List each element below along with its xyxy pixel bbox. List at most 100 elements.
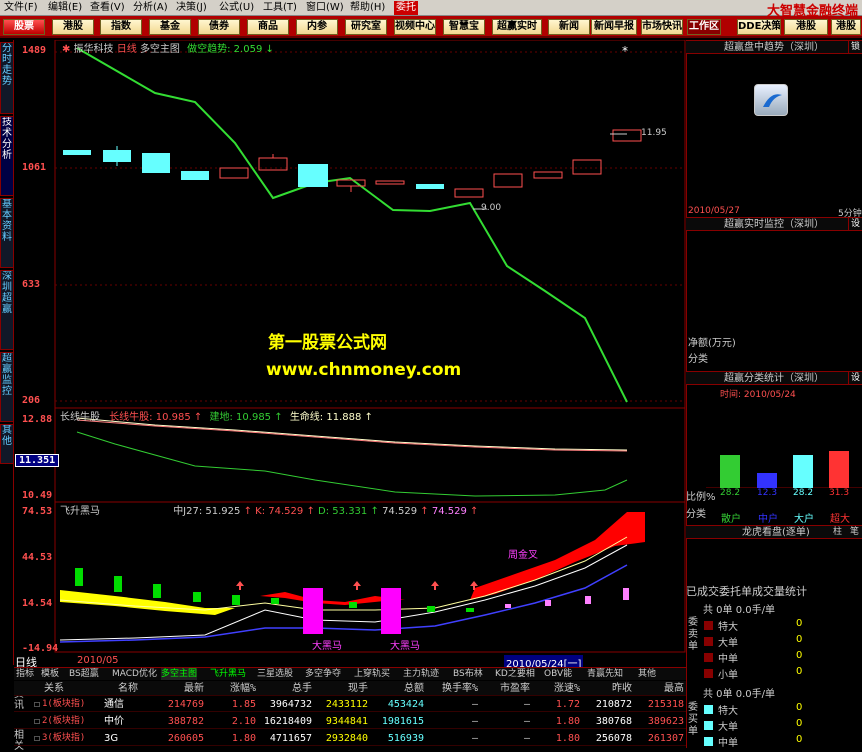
menu-decision[interactable]: 决策(J) <box>176 1 207 15</box>
tab-shenzhen[interactable]: 深圳超赢 <box>0 270 14 350</box>
sell-row-label: 特大 <box>718 622 738 633</box>
tb-zhihuibao-button[interactable]: 智慧宝 <box>443 19 485 35</box>
dragon-count-button[interactable]: 笔 <box>850 526 859 539</box>
class-super: 超大 <box>830 514 850 525</box>
tb-flash-button[interactable]: 市场快讯 <box>641 19 683 35</box>
btab-duokong[interactable]: 多空主图 <box>161 668 198 680</box>
sell-row-value: 0 <box>796 650 803 661</box>
btab-indicator[interactable]: 指标 <box>16 668 34 680</box>
buy-row: 特大 <box>704 702 738 717</box>
menu-view[interactable]: 查看(V) <box>90 1 125 15</box>
p2-axis-current: 11.351 <box>15 454 60 467</box>
up-arrow-icon: ↑ <box>470 506 479 517</box>
tab-technical[interactable]: 技术分析 <box>0 116 14 196</box>
col-prev-close[interactable]: 昨收 <box>582 681 634 696</box>
tb-fund-button[interactable]: 基金 <box>149 19 191 35</box>
tb-hk3-button[interactable]: 港股 <box>831 19 861 35</box>
dragon-panel-title: 龙虎看盘(逐单) 柱 笔 <box>686 525 862 539</box>
date-bar-left: 2010/05 <box>77 655 119 666</box>
tb-commodity-button[interactable]: 商品 <box>247 19 289 35</box>
up-arrow-icon: ↑ <box>243 506 252 517</box>
candles <box>63 129 642 198</box>
btab-other[interactable]: 其他 <box>638 668 656 680</box>
monitor-settings-button[interactable]: 设 <box>848 218 862 231</box>
tb-hk2-button[interactable]: 港股 <box>784 19 828 35</box>
btab-zhengduo[interactable]: 多空争夺 <box>305 668 341 680</box>
buy-bullet-icon <box>704 721 713 730</box>
tb-morning-news-button[interactable]: 新闻早报 <box>591 19 637 35</box>
ratio-retail: 28.2 <box>720 488 741 498</box>
col-change[interactable]: 涨幅% <box>206 681 258 696</box>
menu-file[interactable]: 文件(F) <box>4 1 38 15</box>
bar-mid <box>757 473 777 488</box>
tb-bond-button[interactable]: 债券 <box>198 19 240 35</box>
col-relation[interactable]: 关系 <box>44 681 94 696</box>
tb-news-button[interactable]: 新闻 <box>548 19 590 35</box>
col-volume[interactable]: 总手 <box>258 681 314 696</box>
btab-kd[interactable]: KD之要相 <box>495 668 535 680</box>
tab-monitor[interactable]: 超赢监控 <box>0 352 14 422</box>
p3-axis-14: 14.54 <box>22 598 53 609</box>
tb-hk-button[interactable]: 港股 <box>52 19 94 35</box>
col-turnover[interactable]: 换手率% <box>426 681 480 696</box>
tab-fundamentals[interactable]: 基本资料 <box>0 198 14 268</box>
col-current[interactable]: 现手 <box>314 681 370 696</box>
stat-settings-button[interactable]: 设 <box>848 372 862 385</box>
table-row[interactable]: ☐ 2(板块指) 中价 388782 2.10 16218409 9344841… <box>14 714 686 729</box>
btab-bs[interactable]: BS超赢 <box>69 668 99 680</box>
dragon-bar-button[interactable]: 柱 <box>833 526 842 539</box>
menu-weituo[interactable]: 委托 <box>394 1 418 15</box>
tb-workspace-button[interactable]: 工作区 <box>687 19 721 35</box>
tb-research-button[interactable]: 研究室 <box>345 19 387 35</box>
tb-dde-button[interactable]: DDE决策 <box>737 19 781 35</box>
row-checkbox-icon[interactable]: ☐ <box>28 697 42 712</box>
btab-template[interactable]: 模板 <box>41 668 59 680</box>
menu-help[interactable]: 帮助(H) <box>350 1 385 15</box>
tab-intraday[interactable]: 分时走势 <box>0 42 14 114</box>
col-speed[interactable]: 涨速% <box>532 681 582 696</box>
trend-lock-button[interactable]: 锁 <box>848 41 862 54</box>
buy-row-label: 中单 <box>718 738 738 749</box>
btab-zhuli[interactable]: 主力轨迹 <box>403 668 439 680</box>
row-volume: 3964732 <box>269 699 312 710</box>
col-pe[interactable]: 市盈率 <box>480 681 532 696</box>
bar-retail <box>720 455 740 488</box>
col-name[interactable]: 名称 <box>104 681 154 696</box>
ratio-large: 28.2 <box>793 488 814 498</box>
tb-neican-button[interactable]: 内参 <box>296 19 338 35</box>
btab-sanxing[interactable]: 三星选股 <box>257 668 293 680</box>
menu-window[interactable]: 窗口(W) <box>306 1 344 15</box>
menu-tools[interactable]: 工具(T) <box>263 1 297 15</box>
tb-stock-button[interactable]: 股票 <box>3 19 45 35</box>
btab-macd[interactable]: MACD优化 <box>112 668 157 680</box>
table-row[interactable]: ☐ 3(板块指) 3G 260605 1.80 4711657 2932840 … <box>14 731 686 746</box>
tab-other[interactable]: 其他 <box>0 424 14 464</box>
summary-title: 已成交委托单成交量统计 <box>686 585 807 598</box>
row-pe: — <box>523 699 530 710</box>
btab-qingying[interactable]: 青赢先知 <box>587 668 623 680</box>
menu-analysis[interactable]: 分析(A) <box>133 1 168 15</box>
table-row[interactable]: ☐ 1(板块指) 通信 214769 1.85 3964732 2433112 … <box>14 697 686 712</box>
btab-shangchuan[interactable]: 上穿轨买 <box>354 668 390 680</box>
btab-feisheng[interactable]: 飞升黑马 <box>210 668 246 680</box>
menu-formula[interactable]: 公式(U) <box>219 1 254 15</box>
row-checkbox-icon[interactable]: ☐ <box>28 731 42 746</box>
row-prev-close: 380768 <box>595 716 632 727</box>
col-amount[interactable]: 总额 <box>370 681 426 696</box>
row-high: 261307 <box>647 733 684 744</box>
buy-row-label: 大单 <box>718 722 738 733</box>
tb-video-button[interactable]: 视频中心 <box>394 19 436 35</box>
panel3-line-f: 74.529 <box>431 506 467 517</box>
col-last[interactable]: 最新 <box>154 681 206 696</box>
tb-chaoying-button[interactable]: 超赢实时 <box>492 19 542 35</box>
btab-obv[interactable]: OBV能 <box>544 668 572 680</box>
menu-edit[interactable]: 编辑(E) <box>48 1 82 15</box>
btab-boll[interactable]: BS布林 <box>453 668 483 680</box>
row-checkbox-icon[interactable]: ☐ <box>28 714 42 729</box>
p3-arrows <box>236 581 478 590</box>
tb-index-button[interactable]: 指数 <box>100 19 142 35</box>
indicator-value: 做空趋势: 2.059 <box>187 44 263 55</box>
col-high[interactable]: 最高 <box>634 681 686 696</box>
up-arrow-icon: ↑ <box>364 412 373 423</box>
row-last: 388782 <box>167 716 204 727</box>
